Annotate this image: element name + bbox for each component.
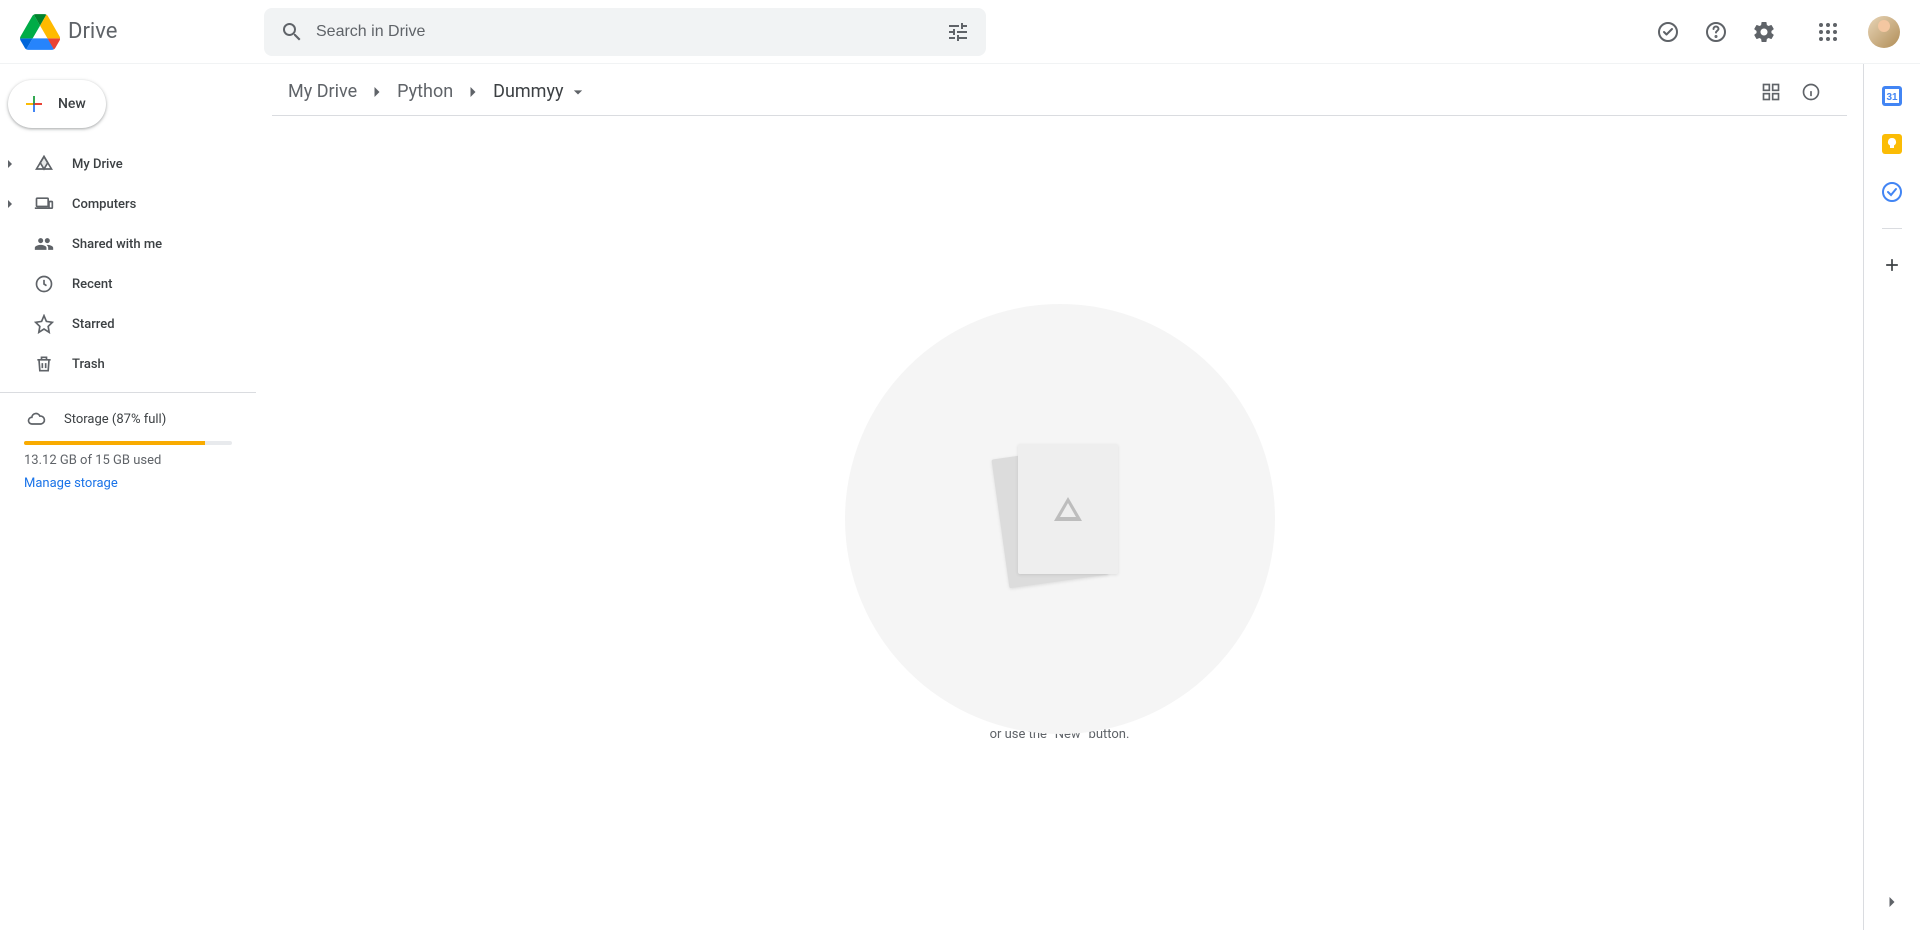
header: Drive [0,0,1920,64]
help-icon[interactable] [1696,12,1736,52]
new-button[interactable]: New [8,80,106,128]
breadcrumb-python[interactable]: Python [389,77,461,106]
sidebar-item-label: Starred [72,317,115,332]
calendar-app-icon[interactable]: 31 [1872,76,1912,116]
computers-icon [34,194,54,214]
sidebar-item-label: Computers [72,197,136,212]
cloud-icon [26,409,46,429]
breadcrumb-bar: My Drive Python Dummyy [272,68,1847,116]
empty-folder-state[interactable]: Drop files here or use the “New” button. [256,116,1863,930]
dropdown-icon [568,82,588,102]
keep-app-icon[interactable] [1872,124,1912,164]
expand-icon[interactable] [4,159,16,169]
storage-label: Storage (87% full) [64,412,166,427]
details-info-icon[interactable] [1791,72,1831,112]
sidebar-item-label: Shared with me [72,237,162,252]
new-button-label: New [58,96,86,112]
product-name: Drive [68,19,117,44]
expand-icon[interactable] [4,199,16,209]
shared-icon [34,234,54,254]
storage-progress [24,441,232,445]
collapse-panel-icon[interactable] [1872,882,1912,922]
side-panel-divider [1882,228,1902,229]
search-options-icon[interactable] [938,12,978,52]
sidebar-item-computers[interactable]: Computers [0,184,256,224]
sidebar-item-label: Trash [72,357,105,372]
storage-usage-text: 13.12 GB of 15 GB used [0,453,256,476]
search-icon[interactable] [272,12,312,52]
apps-grid-icon[interactable] [1808,12,1848,52]
manage-storage-link[interactable]: Manage storage [0,476,256,491]
search-bar[interactable] [264,8,986,56]
svg-text:31: 31 [1886,92,1898,103]
chevron-right-icon [461,82,485,102]
drive-logo-icon [20,12,60,52]
sidebar-item-storage[interactable]: Storage (87% full) [0,401,256,437]
drive-logo[interactable]: Drive [8,12,256,52]
empty-illustration [845,304,1275,734]
sidebar: New My Drive Computers Shared with me Re… [0,64,256,930]
grid-view-icon[interactable] [1751,72,1791,112]
sidebar-item-shared[interactable]: Shared with me [0,224,256,264]
search-input[interactable] [312,23,938,41]
account-avatar[interactable] [1868,16,1900,48]
offline-ready-icon[interactable] [1648,12,1688,52]
plus-icon [22,92,46,116]
sidebar-item-label: My Drive [72,157,123,172]
tasks-app-icon[interactable] [1872,172,1912,212]
sidebar-item-trash[interactable]: Trash [0,344,256,384]
sidebar-item-my-drive[interactable]: My Drive [0,144,256,184]
sidebar-item-starred[interactable]: Starred [0,304,256,344]
header-actions [1648,12,1912,52]
recent-icon [34,274,54,294]
star-icon [34,314,54,334]
storage-progress-fill [24,441,205,445]
settings-gear-icon[interactable] [1744,12,1784,52]
sidebar-item-label: Recent [72,277,112,292]
side-panel: 31 [1864,64,1920,930]
my-drive-icon [34,154,54,174]
trash-icon [34,354,54,374]
chevron-right-icon [365,82,389,102]
add-addon-icon[interactable] [1872,245,1912,285]
main-content: My Drive Python Dummyy Dr [256,64,1864,930]
breadcrumb-current[interactable]: Dummyy [485,77,595,106]
breadcrumb-my-drive[interactable]: My Drive [280,77,365,106]
sidebar-divider [0,392,256,393]
sidebar-item-recent[interactable]: Recent [0,264,256,304]
